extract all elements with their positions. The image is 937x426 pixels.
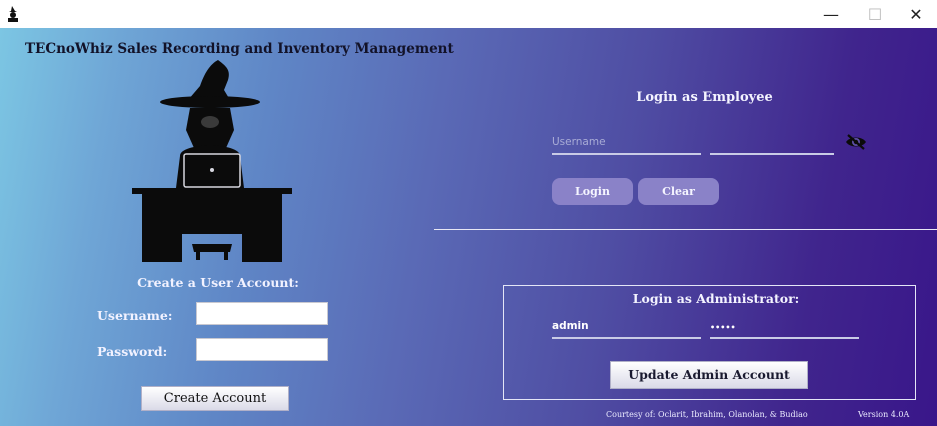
create-username-input[interactable] xyxy=(196,302,328,325)
clear-button[interactable]: Clear xyxy=(638,178,719,205)
maximize-button[interactable]: ☐ xyxy=(852,0,898,28)
wizard-at-desk-illustration xyxy=(132,60,292,262)
main-panel: TECnoWhiz Sales Recording and Inventory … xyxy=(0,28,937,426)
wizard-icon xyxy=(8,6,18,22)
admin-password-value: ••••• xyxy=(710,323,736,332)
version-text: Version 4.0A xyxy=(858,410,910,419)
minimize-button[interactable]: — xyxy=(808,0,854,28)
username-label: Username: xyxy=(97,308,173,323)
employee-password-input[interactable] xyxy=(710,135,834,155)
login-button[interactable]: Login xyxy=(552,178,633,205)
password-label: Password: xyxy=(97,344,168,359)
admin-login-heading: Login as Administrator: xyxy=(632,291,800,306)
employee-username-placeholder: Username xyxy=(552,136,606,148)
create-account-button[interactable]: Create Account xyxy=(141,386,289,411)
employee-login-heading: Login as Employee xyxy=(636,90,773,105)
admin-username-input[interactable]: admin xyxy=(552,319,701,339)
update-admin-account-button[interactable]: Update Admin Account xyxy=(610,361,808,389)
create-account-heading: Create a User Account: xyxy=(137,275,299,290)
eye-slash-icon[interactable] xyxy=(845,133,867,151)
app-title: TECnoWhiz Sales Recording and Inventory … xyxy=(25,41,454,57)
create-password-input[interactable] xyxy=(196,338,328,361)
admin-username-value: admin xyxy=(552,320,589,332)
employee-username-input[interactable]: Username xyxy=(552,135,701,155)
title-bar: — ☐ ✕ xyxy=(0,0,937,28)
courtesy-text: Courtesy of: Oclarit, Ibrahim, Olanolan,… xyxy=(606,410,808,419)
app-window: — ☐ ✕ TECnoWhiz Sales Recording and Inve… xyxy=(0,0,937,426)
admin-password-input[interactable]: ••••• xyxy=(710,319,859,339)
close-button[interactable]: ✕ xyxy=(893,0,937,28)
section-divider xyxy=(434,229,937,230)
